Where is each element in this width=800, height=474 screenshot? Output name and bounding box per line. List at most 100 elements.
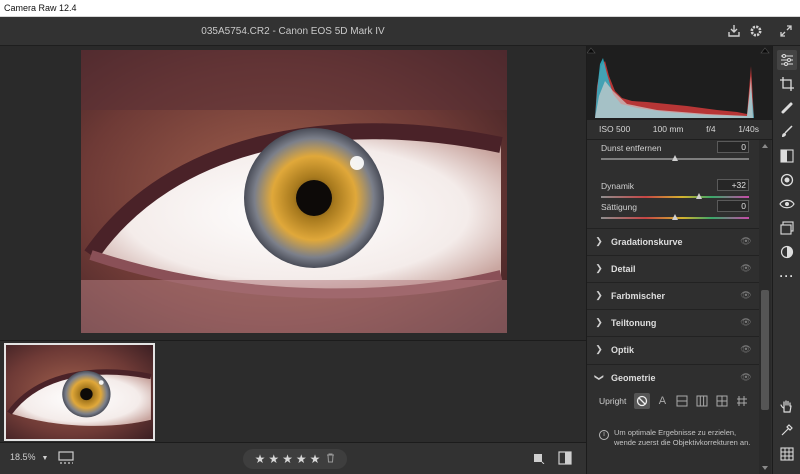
upright-auto-icon[interactable]: A bbox=[654, 393, 670, 409]
slider-track[interactable] bbox=[601, 155, 749, 161]
section-teiltonung[interactable]: ❯ Teiltonung 👁 bbox=[587, 309, 759, 335]
star-rating: ★ ★ ★ ★ ★ bbox=[243, 449, 347, 469]
scroll-up-arrow-icon[interactable] bbox=[762, 144, 768, 148]
section-label: Gradationskurve bbox=[611, 236, 683, 247]
histogram bbox=[586, 46, 773, 120]
divider bbox=[587, 139, 773, 140]
slider-label: Sättigung bbox=[601, 202, 637, 212]
upright-controls: Upright A bbox=[599, 393, 759, 409]
adjustments-panel: ISO 500 100 mm f/4 1/40s Dunst entfernen… bbox=[586, 46, 773, 474]
slider-track[interactable] bbox=[601, 193, 749, 199]
hand-icon[interactable] bbox=[777, 396, 797, 416]
window-title-bar: Camera Raw 12.4 bbox=[0, 0, 800, 17]
upright-level-icon[interactable] bbox=[674, 393, 690, 409]
eye-icon[interactable]: 👁 bbox=[733, 290, 759, 301]
section-label: Teiltonung bbox=[611, 317, 657, 328]
star-1[interactable]: ★ bbox=[255, 449, 266, 469]
filmstrip bbox=[0, 340, 586, 442]
main-photo[interactable] bbox=[81, 50, 507, 333]
edit-sliders-icon[interactable] bbox=[777, 50, 797, 70]
gradient-icon[interactable] bbox=[777, 146, 797, 166]
slider-thumb[interactable] bbox=[695, 193, 702, 199]
presets-icon[interactable] bbox=[777, 242, 797, 262]
vibrance-value[interactable] bbox=[717, 179, 749, 191]
upright-guided-icon[interactable] bbox=[734, 393, 750, 409]
slider-label: Dynamik bbox=[601, 181, 635, 191]
chevron-right-icon: ❯ bbox=[595, 236, 603, 246]
exif-shutter: 1/40s bbox=[738, 124, 759, 134]
image-canvas[interactable] bbox=[0, 46, 586, 340]
filmstrip-toggle-icon[interactable] bbox=[58, 451, 74, 465]
section-label: Geometrie bbox=[611, 372, 656, 383]
exif-aperture: f/4 bbox=[706, 124, 716, 134]
info-text: Um optimale Ergebnisse zu erzielen, wend… bbox=[614, 428, 751, 447]
grid-overlay-icon[interactable] bbox=[777, 444, 797, 464]
healing-icon[interactable] bbox=[777, 98, 797, 118]
eye-icon[interactable]: 👁 bbox=[733, 344, 759, 355]
star-3[interactable]: ★ bbox=[282, 449, 293, 469]
bottom-toolbar: 18.5% ▼ ★ ★ ★ ★ ★ bbox=[0, 442, 586, 474]
upright-vertical-icon[interactable] bbox=[694, 393, 710, 409]
slider-track[interactable] bbox=[601, 214, 749, 220]
section-geometrie[interactable]: ❯ Geometrie 👁 bbox=[587, 364, 759, 390]
chevron-down-icon: ▼ bbox=[41, 455, 49, 462]
dehaze-value[interactable] bbox=[717, 141, 749, 153]
zoom-dropdown[interactable]: 18.5% ▼ bbox=[10, 452, 48, 462]
before-after-icon[interactable] bbox=[558, 451, 572, 465]
eye-icon[interactable]: 👁 bbox=[733, 372, 759, 383]
star-5[interactable]: ★ bbox=[310, 449, 321, 469]
snapshots-icon[interactable] bbox=[777, 218, 797, 238]
brush-icon[interactable] bbox=[777, 122, 797, 142]
panel-scrollbar[interactable] bbox=[759, 140, 771, 474]
section-detail[interactable]: ❯ Detail 👁 bbox=[587, 255, 759, 281]
star-4[interactable]: ★ bbox=[296, 449, 307, 469]
slider-saturation: Sättigung bbox=[599, 200, 749, 230]
section-label: Detail bbox=[611, 263, 636, 274]
chevron-right-icon: ❯ bbox=[595, 317, 603, 327]
section-optik[interactable]: ❯ Optik 👁 bbox=[587, 336, 759, 362]
scroll-thumb[interactable] bbox=[761, 290, 769, 410]
chevron-down-icon: ❯ bbox=[594, 373, 605, 382]
info-icon: i bbox=[599, 430, 609, 440]
chevron-right-icon: ❯ bbox=[595, 263, 603, 273]
redeye-icon[interactable] bbox=[777, 194, 797, 214]
eye-icon[interactable]: 👁 bbox=[733, 263, 759, 274]
slider-label: Dunst entfernen bbox=[601, 143, 662, 153]
compare-icon[interactable] bbox=[533, 452, 545, 465]
info-message: i Um optimale Ergebnisse zu erzielen, we… bbox=[599, 428, 759, 448]
slider-thumb[interactable] bbox=[672, 214, 678, 220]
scroll-down-arrow-icon[interactable] bbox=[762, 466, 768, 470]
star-2[interactable]: ★ bbox=[268, 449, 279, 469]
slider-dehaze: Dunst entfernen bbox=[599, 141, 749, 171]
zoom-value: 18.5% bbox=[10, 452, 36, 462]
eye-icon[interactable]: 👁 bbox=[733, 317, 759, 328]
gear-icon[interactable] bbox=[747, 22, 765, 40]
crop-icon[interactable] bbox=[777, 74, 797, 94]
section-farbmischer[interactable]: ❯ Farbmischer 👁 bbox=[587, 282, 759, 308]
exif-info: ISO 500 100 mm f/4 1/40s bbox=[587, 124, 773, 138]
upright-off-icon[interactable] bbox=[634, 393, 651, 409]
file-title: 035A5754.CR2 - Canon EOS 5D Mark IV bbox=[201, 26, 385, 37]
filmstrip-thumbnail[interactable] bbox=[4, 343, 155, 441]
section-label: Optik bbox=[611, 344, 635, 355]
window-title: Camera Raw 12.4 bbox=[4, 3, 77, 13]
upright-full-icon[interactable] bbox=[714, 393, 730, 409]
exif-focal: 100 mm bbox=[652, 124, 684, 134]
section-label: Farbmischer bbox=[611, 290, 666, 301]
radial-filter-icon[interactable] bbox=[777, 170, 797, 190]
slider-thumb[interactable] bbox=[672, 155, 678, 161]
color-sampler-icon[interactable] bbox=[777, 420, 797, 440]
eye-icon[interactable]: 👁 bbox=[733, 236, 759, 247]
chevron-right-icon: ❯ bbox=[595, 344, 603, 354]
section-gradationskurve[interactable]: ❯ Gradationskurve 👁 bbox=[587, 228, 759, 254]
expand-icon[interactable] bbox=[777, 22, 795, 40]
header-bar: 035A5754.CR2 - Canon EOS 5D Mark IV bbox=[0, 17, 800, 46]
more-icon[interactable]: ··· bbox=[777, 266, 797, 286]
exif-iso: ISO 500 bbox=[599, 124, 631, 134]
trash-icon[interactable] bbox=[326, 453, 335, 465]
save-icon[interactable] bbox=[725, 22, 743, 40]
tool-strip: ··· bbox=[772, 46, 800, 474]
upright-label: Upright bbox=[599, 396, 627, 406]
saturation-value[interactable] bbox=[717, 200, 749, 212]
chevron-right-icon: ❯ bbox=[595, 290, 603, 300]
